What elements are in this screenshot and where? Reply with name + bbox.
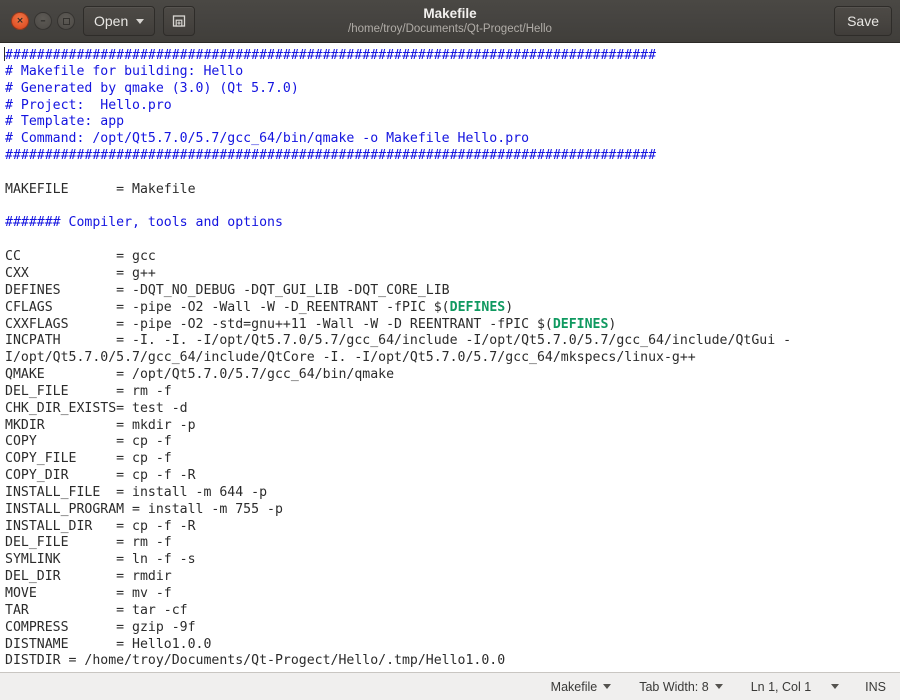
open-file-button[interactable]: Open	[83, 6, 156, 36]
code-line: CXXFLAGS = -pipe -O2 -std=gnu++11 -Wall …	[5, 316, 617, 332]
cursor-position-selector[interactable]: Ln 1, Col 1	[737, 673, 817, 700]
language-label: Makefile	[550, 679, 598, 694]
makefile-variable-reference: DEFINES	[552, 316, 609, 332]
code-line: CFLAGS = -pipe -O2 -Wall -W -D_REENTRANT…	[5, 299, 514, 315]
close-window-button[interactable]: ×	[11, 12, 29, 30]
status-bar: Makefile Tab Width: 8 Ln 1, Col 1 INS	[0, 672, 900, 700]
page-title: Makefile	[423, 6, 477, 21]
insert-mode-label: INS	[865, 679, 886, 694]
title-bar: × – Open Makefile /home/troy/Documents/Q…	[0, 0, 900, 43]
code-line: CC = gcc	[5, 249, 156, 265]
makefile-variable-reference: DEFINES	[449, 299, 506, 315]
code-line: MOVE = mv -f	[5, 586, 172, 601]
code-line: CHK_DIR_EXISTS= test -d	[5, 400, 188, 416]
code-line: TAR = tar -cf	[5, 602, 188, 618]
chevron-down-icon	[714, 684, 723, 689]
code-line: DEL_DIR = rmdir	[5, 569, 172, 585]
close-icon: ×	[16, 15, 24, 26]
code-line: INSTALL_DIR = cp -f -R	[5, 518, 196, 534]
code-line: # Project: Hello.pro	[5, 97, 172, 113]
new-document-button[interactable]	[163, 6, 196, 36]
text-cursor	[4, 47, 5, 61]
code-line: # Generated by qmake (3.0) (Qt 5.7.0)	[5, 80, 299, 96]
save-button[interactable]: Save	[834, 6, 892, 36]
code-line: ####### Compiler, tools and options	[5, 215, 283, 231]
code-line: COPY_DIR = cp -f -R	[5, 468, 196, 484]
chevron-down-icon	[603, 684, 612, 689]
code-line: DEFINES = -DQT_NO_DEBUG -DQT_GUI_LIB -DQ…	[5, 282, 450, 298]
code-line: # Command: /opt/Qt5.7.0/5.7/gcc_64/bin/q…	[5, 131, 530, 147]
file-path-subtitle: /home/troy/Documents/Qt-Progect/Hello	[348, 23, 552, 35]
minimize-window-button[interactable]: –	[34, 12, 52, 30]
code-line: # Makefile for building: Hello	[5, 63, 244, 79]
code-line: CXX = g++	[5, 265, 156, 281]
insert-mode-indicator[interactable]: INS	[853, 673, 886, 700]
code-line: INSTALL_PROGRAM = install -m 755 -p	[5, 501, 283, 517]
code-line: ########################################…	[4, 47, 657, 63]
header-right-actions: Save	[834, 6, 894, 36]
open-button-label: Open	[94, 13, 129, 29]
code-line: # Template: app	[5, 114, 125, 130]
maximize-icon	[62, 17, 70, 25]
code-line: COPY_FILE = cp -f	[5, 451, 172, 467]
cursor-position-label: Ln 1, Col 1	[750, 679, 812, 694]
code-line: SYMLINK = ln -f -s	[5, 552, 196, 568]
code-line: DISTDIR = /home/troy/Documents/Qt-Progec…	[5, 653, 506, 669]
code-line: MAKEFILE = Makefile	[5, 181, 196, 197]
code-line: MKDIR = mkdir -p	[5, 417, 196, 433]
save-button-label: Save	[847, 13, 879, 29]
editor-area[interactable]: ########################################…	[0, 43, 900, 672]
tab-width-label: Tab Width: 8	[639, 679, 709, 694]
goto-line-dropdown[interactable]	[817, 673, 853, 700]
code-line: INSTALL_FILE = install -m 644 -p	[5, 484, 268, 500]
code-line: DISTNAME = Hello1.0.0	[5, 636, 212, 652]
chevron-down-icon	[831, 684, 840, 689]
code-line: ########################################…	[5, 148, 657, 164]
minimize-icon: –	[40, 14, 46, 27]
code-line: DEL_FILE = rm -f	[5, 535, 172, 551]
language-selector[interactable]: Makefile	[537, 673, 626, 700]
code-line: QMAKE = /opt/Qt5.7.0/5.7/gcc_64/bin/qmak…	[5, 367, 395, 383]
code-line: COMPRESS = gzip -9f	[5, 619, 196, 635]
code-line: I/opt/Qt5.7.0/5.7/gcc_64/include/QtCore …	[5, 350, 696, 366]
source-code-text[interactable]: ########################################…	[2, 47, 900, 670]
code-line: COPY = cp -f	[5, 434, 172, 450]
maximize-window-button[interactable]	[57, 12, 75, 30]
tab-width-selector[interactable]: Tab Width: 8	[625, 673, 736, 700]
text-editor-window: × – Open Makefile /home/troy/Documents/Q…	[0, 0, 900, 700]
chevron-down-icon	[136, 18, 145, 24]
window-controls: × –	[6, 12, 83, 30]
code-line: INCPATH = -I. -I. -I/opt/Qt5.7.0/5.7/gcc…	[5, 333, 792, 349]
code-line: DEL_FILE = rm -f	[5, 383, 172, 399]
new-document-icon	[172, 14, 186, 28]
